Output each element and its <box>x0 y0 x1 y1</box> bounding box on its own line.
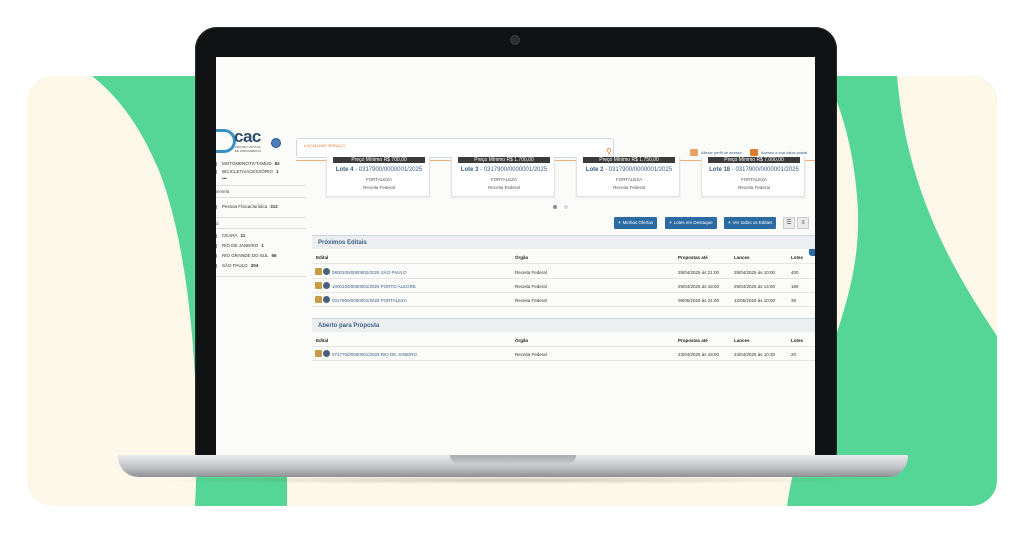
my-offers-button[interactable]: + Minhas Ofertas <box>614 217 658 229</box>
gov-badge-icon <box>271 138 281 148</box>
notice-icons <box>315 296 330 303</box>
lot-city: FORTALEZA <box>740 177 768 182</box>
search-icon[interactable]: ⚲ <box>606 147 612 156</box>
logo-text: cac <box>234 127 261 146</box>
open-proposals-title: Aberto para Proposta <box>312 318 815 332</box>
lot-title[interactable]: Lote 4 - 0317900/0000001/2025 <box>327 167 431 173</box>
table-header: Edital Órgão Propostas até Lances Lotes <box>312 333 815 347</box>
lot-price: Preço Mínimo R$ 1.700,00 <box>458 157 550 163</box>
grid-view-icon[interactable]: ≡ <box>797 217 809 229</box>
table-header: Edital Órgão Propostas até Lances Lotes <box>312 250 815 264</box>
ecac-app: cac CENTRO VIRTUAL DE ATENDIMENTO LOCALI… <box>216 57 815 455</box>
lot-card[interactable]: Preço Mínimo R$ 7.000,00 Lote 18 - 03179… <box>701 157 805 197</box>
lot-card[interactable]: Preço Mínimo R$ 1.750,00 Lote 2 - 031790… <box>576 157 680 197</box>
notice-icons <box>315 268 330 275</box>
lot-card[interactable]: Preço Mínimo R$ 1.700,00 Lote 3 - 031790… <box>451 157 555 197</box>
plus-icon: + <box>618 220 621 225</box>
filter-item[interactable]: RIO DE JANEIRO 1 <box>216 243 264 248</box>
filter-item[interactable]: SÃO PAULO 204 <box>216 263 258 268</box>
upcoming-notices-title: Próximos Editais <box>312 235 815 249</box>
filter-more[interactable]: ••• <box>222 176 227 181</box>
divider <box>216 228 306 229</box>
table-row[interactable]: 0800100/0000002/2025 SÃO PAULO Receita F… <box>312 265 815 279</box>
filter-section-title: d <box>216 221 219 226</box>
notice-link[interactable]: 0717700/0000001/2025 RIO DE JANEIRO <box>332 352 417 357</box>
list-view-icon[interactable]: ☰ <box>783 217 795 229</box>
laptop-notch <box>450 455 576 464</box>
profile-icon <box>690 149 698 156</box>
table-row[interactable]: 0317900/0000001/2025 FORTALEZA Receita F… <box>312 293 815 307</box>
filter-section-title: ientela <box>216 189 230 194</box>
laptop-lid: cac CENTRO VIRTUAL DE ATENDIMENTO LOCALI… <box>195 27 837 457</box>
divider <box>216 276 306 277</box>
table-row[interactable]: 0717700/0000001/2025 RIO DE JANEIRO Rece… <box>312 347 815 361</box>
lot-city: FORTALEZA <box>365 177 393 182</box>
search-placeholder: LOCALIZAR SERVIÇO <box>304 143 346 148</box>
webcam-icon <box>511 36 519 44</box>
lot-org: Receita Federal <box>738 185 770 190</box>
mailbox-label: Acesso a sua caixa postal <box>761 150 808 155</box>
divider <box>216 197 306 198</box>
notice-link[interactable]: 1000100/0000001/2025 PORTO ALEGRE <box>332 284 416 289</box>
logo-e-icon <box>216 129 236 153</box>
plus-icon: + <box>669 220 672 225</box>
mailbox-icon <box>750 149 758 156</box>
filter-item[interactable]: BICICLETA/ACESSÓRIO 1 <box>216 169 278 174</box>
lot-org: Receita Federal <box>613 185 645 190</box>
logo-subtitle: CENTRO VIRTUAL DE ATENDIMENTO <box>235 145 262 153</box>
mailbox-link[interactable]: Acesso a sua caixa postal <box>750 149 807 156</box>
ecac-logo[interactable]: cac CENTRO VIRTUAL DE ATENDIMENTO <box>216 127 286 159</box>
plus-icon: + <box>728 220 731 225</box>
featured-lots-button[interactable]: + Lotes em Destaque <box>665 217 717 229</box>
marketing-stage: cac CENTRO VIRTUAL DE ATENDIMENTO LOCALI… <box>0 0 1024 536</box>
change-profile-label: Alterar perfil de acesso <box>701 150 742 155</box>
filter-item[interactable]: MOTOMENOTIVTAMUD 82 <box>216 161 280 166</box>
all-notices-button[interactable]: + Ver todos os Editais <box>724 217 777 229</box>
lot-price: Preço Mínimo R$ 700,00 <box>333 157 425 163</box>
lot-price: Preço Mínimo R$ 1.750,00 <box>583 157 675 163</box>
lot-card[interactable]: Preço Mínimo R$ 700,00 Lote 4 - 0317900/… <box>326 157 430 197</box>
table-row[interactable]: 1000100/0000001/2025 PORTO ALEGRE Receit… <box>312 279 815 293</box>
notice-link[interactable]: 0800100/0000002/2025 SÃO PAULO <box>332 270 406 275</box>
divider <box>216 185 306 186</box>
laptop-base <box>118 455 908 477</box>
notice-link[interactable]: 0317900/0000001/2025 FORTALEZA <box>332 298 407 303</box>
laptop-shadow <box>150 476 876 484</box>
lot-org: Receita Federal <box>488 185 520 190</box>
lot-price: Preço Mínimo R$ 7.000,00 <box>708 157 800 163</box>
filter-item[interactable]: CEARÁ 11 <box>216 233 245 238</box>
carousel-dot-active[interactable] <box>553 205 557 209</box>
lot-title[interactable]: Lote 18 - 0317900/0000001/2025 <box>702 167 806 173</box>
lot-city: FORTALEZA <box>490 177 518 182</box>
notice-icons <box>315 350 330 357</box>
lot-title[interactable]: Lote 3 - 0317900/0000001/2025 <box>452 167 556 173</box>
notice-icons <box>315 282 330 289</box>
laptop-screen: cac CENTRO VIRTUAL DE ATENDIMENTO LOCALI… <box>216 57 815 455</box>
carousel-dot[interactable] <box>564 205 568 209</box>
divider <box>216 217 306 218</box>
change-profile-link[interactable]: Alterar perfil de acesso <box>690 149 742 156</box>
filter-item[interactable]: RIO GRANDE DO SUL 66 <box>216 253 277 258</box>
filter-item[interactable]: Pessoa Física/Jurídica 312 <box>216 204 278 209</box>
search-input[interactable]: LOCALIZAR SERVIÇO <box>296 138 614 158</box>
lot-org: Receita Federal <box>363 185 395 190</box>
lot-city: FORTALEZA <box>615 177 643 182</box>
lot-title[interactable]: Lote 2 - 0317900/0000001/2025 <box>577 167 681 173</box>
